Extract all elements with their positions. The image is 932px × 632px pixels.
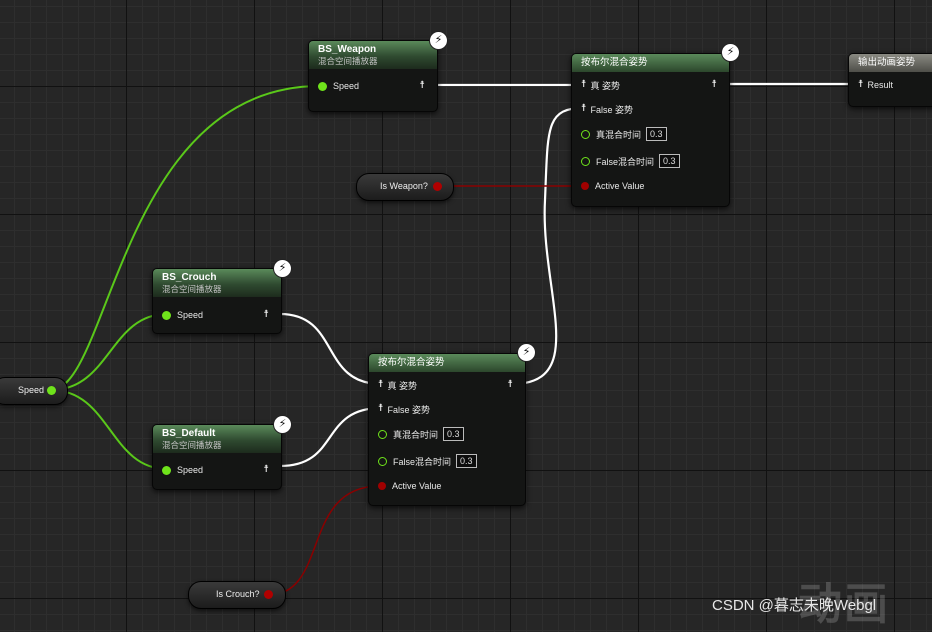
output-pose-node[interactable]: 输出动画姿势 ☨ Result xyxy=(848,53,932,107)
bool-pin-icon[interactable] xyxy=(264,590,273,599)
bs-weapon-node[interactable]: BS_Weapon 混合空间播放器 Speed ☨ xyxy=(308,40,438,112)
bs-crouch-node[interactable]: BS_Crouch 混合空间播放器 Speed ☨ xyxy=(152,268,282,334)
bool-pin-icon[interactable] xyxy=(378,482,386,490)
wire-iscrouch-to-active xyxy=(267,485,381,596)
node-title: 输出动画姿势 xyxy=(858,57,916,68)
node-subtitle: 混合空间播放器 xyxy=(162,284,222,294)
node-title: BS_Default xyxy=(162,428,216,439)
float-pin-icon[interactable] xyxy=(162,310,171,320)
node-title: BS_Weapon xyxy=(318,44,377,55)
pose-pin-icon[interactable]: ☨ xyxy=(378,404,383,414)
wire-crouch-to-blend-bottom xyxy=(279,312,382,386)
false-pose-pin[interactable]: ☨ False 姿势 xyxy=(581,102,633,116)
active-value-pin[interactable]: Active Value xyxy=(378,479,441,493)
speed-input-pin[interactable]: Speed xyxy=(162,463,203,477)
node-header: BS_Crouch 混合空间播放器 xyxy=(153,269,281,297)
pose-output-pin-icon[interactable]: ☨ xyxy=(264,308,273,322)
speed-input-pin[interactable]: Speed xyxy=(318,79,359,93)
wire-default-to-blend-bottom xyxy=(279,406,382,468)
float-pin-icon[interactable] xyxy=(581,129,590,139)
float-pin-icon[interactable] xyxy=(581,156,590,166)
variable-label: Is Weapon? xyxy=(380,181,428,191)
false-blend-time-pin[interactable]: False混合时间 0.3 xyxy=(378,454,477,468)
pin-label: False混合时间 xyxy=(393,456,452,467)
false-pose-pin[interactable]: ☨ False 姿势 xyxy=(378,402,430,416)
lightning-icon: ⚡ xyxy=(721,43,740,62)
float-pin-icon[interactable] xyxy=(378,456,387,466)
pose-pin-icon[interactable]: ☨ xyxy=(378,380,383,390)
pose-output-pin-icon[interactable]: ☨ xyxy=(264,463,273,477)
bool-pin-icon[interactable] xyxy=(433,182,442,191)
wire-speed-to-crouch xyxy=(50,313,168,391)
blend-poses-by-bool-bottom-node[interactable]: 按布尔混合姿势 ☨ 真 姿势 ☨ ☨ False 姿势 真混合时间 0.3 Fa… xyxy=(368,353,526,506)
result-pin[interactable]: ☨ Result xyxy=(858,78,893,92)
pin-label: 真混合时间 xyxy=(393,429,439,440)
variable-label: Speed xyxy=(18,385,45,395)
is-weapon-variable-node[interactable]: Is Weapon? xyxy=(356,173,454,201)
variable-label: Is Crouch? xyxy=(216,589,260,599)
lightning-icon: ⚡ xyxy=(273,415,292,434)
pin-label: Result xyxy=(867,80,893,90)
pose-pin-icon[interactable]: ☨ xyxy=(581,80,586,90)
pin-label: Active Value xyxy=(392,481,442,491)
float-pin-icon[interactable] xyxy=(378,429,387,439)
true-pose-pin[interactable]: ☨ 真 姿势 xyxy=(581,78,620,92)
true-blend-time-field[interactable]: 0.3 xyxy=(443,427,464,441)
pin-label: 真 姿势 xyxy=(590,80,620,91)
pin-label: Speed xyxy=(333,81,360,91)
pose-pin-icon[interactable]: ☨ xyxy=(858,80,863,90)
lightning-icon: ⚡ xyxy=(429,31,448,50)
lightning-icon: ⚡ xyxy=(273,259,292,278)
false-blend-time-field[interactable]: 0.3 xyxy=(456,454,477,468)
pin-label: False 姿势 xyxy=(590,104,633,115)
float-pin-icon[interactable] xyxy=(318,81,327,91)
node-subtitle: 混合空间播放器 xyxy=(162,440,222,450)
true-blend-time-pin[interactable]: 真混合时间 0.3 xyxy=(581,127,667,141)
speed-input-pin[interactable]: Speed xyxy=(162,308,203,322)
node-title: BS_Crouch xyxy=(162,272,217,283)
node-title: 按布尔混合姿势 xyxy=(581,57,648,68)
pose-output-pin-icon[interactable]: ☨ xyxy=(508,378,517,392)
is-crouch-variable-node[interactable]: Is Crouch? xyxy=(188,581,286,609)
node-header: BS_Default 混合空间播放器 xyxy=(153,425,281,453)
pin-label: 真 姿势 xyxy=(387,380,417,391)
active-value-pin[interactable]: Active Value xyxy=(581,179,644,193)
false-blend-time-pin[interactable]: False混合时间 0.3 xyxy=(581,154,680,168)
node-header: 输出动画姿势 xyxy=(849,54,932,72)
node-header: 按布尔混合姿势 xyxy=(572,54,729,72)
pin-label: Speed xyxy=(177,310,204,320)
bool-pin-icon[interactable] xyxy=(581,182,589,190)
true-pose-pin[interactable]: ☨ 真 姿势 xyxy=(378,378,417,392)
pose-pin-icon[interactable]: ☨ xyxy=(581,104,586,114)
node-header: 按布尔混合姿势 xyxy=(369,354,525,372)
float-pin-icon[interactable] xyxy=(162,465,171,475)
watermark-text: CSDN @暮志未晚Webgl xyxy=(712,597,877,614)
pose-output-pin-icon[interactable]: ☨ xyxy=(712,78,721,92)
speed-variable-node[interactable]: Speed xyxy=(0,377,68,405)
pin-label: Active Value xyxy=(595,181,645,191)
true-blend-time-pin[interactable]: 真混合时间 0.3 xyxy=(378,427,464,441)
pose-output-pin-icon[interactable]: ☨ xyxy=(420,79,429,93)
node-subtitle: 混合空间播放器 xyxy=(318,56,378,66)
bs-default-node[interactable]: BS_Default 混合空间播放器 Speed ☨ xyxy=(152,424,282,490)
wire-speed-to-weapon xyxy=(50,85,321,391)
lightning-icon: ⚡ xyxy=(517,343,536,362)
blend-poses-by-bool-top-node[interactable]: 按布尔混合姿势 ☨ 真 姿势 ☨ ☨ False 姿势 真混合时间 0.3 Fa… xyxy=(571,53,730,207)
wire-speed-to-default xyxy=(50,389,168,470)
false-blend-time-field[interactable]: 0.3 xyxy=(659,154,680,168)
node-title: 按布尔混合姿势 xyxy=(378,357,445,368)
pin-label: False 姿势 xyxy=(387,404,430,415)
true-blend-time-field[interactable]: 0.3 xyxy=(646,127,667,141)
connection-wires xyxy=(50,82,858,596)
float-pin-icon[interactable] xyxy=(47,386,56,395)
pin-label: False混合时间 xyxy=(596,156,655,167)
pin-label: 真混合时间 xyxy=(596,129,642,140)
pin-label: Speed xyxy=(177,465,204,475)
node-header: BS_Weapon 混合空间播放器 xyxy=(309,41,437,69)
